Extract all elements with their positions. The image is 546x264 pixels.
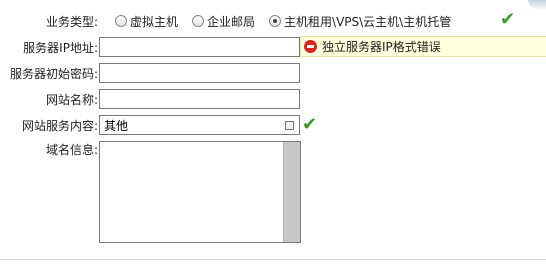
server-password-input[interactable] — [99, 63, 300, 83]
site-content-select[interactable]: 其他 — [99, 115, 300, 135]
site-content-check-icon: ✔ — [302, 114, 318, 135]
business-type-check-icon: ✔ — [500, 9, 516, 30]
site-content-value: 其他 — [104, 118, 129, 133]
site-name-input[interactable] — [99, 89, 300, 109]
panel-bottom-border — [0, 259, 546, 260]
site-content-row: 网站服务内容: 其他 ✔ — [0, 114, 317, 136]
business-type-label: 业务类型: — [45, 14, 98, 29]
radio-server-hosting-label: 主机租用\VPS\云主机\主机托管 — [284, 14, 452, 29]
radio-server-hosting-circle[interactable] — [269, 15, 282, 27]
radio-server-hosting[interactable]: 主机租用\VPS\云主机\主机托管 — [269, 13, 451, 30]
server-password-row: 服务器初始密码: — [0, 62, 300, 84]
business-type-radio-group: 虚拟主机 企业邮局 主机租用\VPS\云主机\主机托管 — [115, 13, 465, 30]
select-arrow-icon[interactable] — [285, 121, 294, 130]
radio-virtual-host-label: 虚拟主机 — [130, 14, 179, 29]
radio-virtual-host[interactable]: 虚拟主机 — [115, 13, 178, 30]
domain-info-label: 域名信息: — [45, 143, 98, 157]
domain-info-scrollbar[interactable] — [283, 142, 300, 242]
server-ip-error-message: 独立服务器IP格式错误 — [300, 36, 546, 57]
panel-corner-shadow — [528, 0, 546, 10]
radio-virtual-host-circle[interactable] — [115, 15, 127, 27]
radio-enterprise-mail-label: 企业邮局 — [207, 14, 256, 29]
radio-enterprise-mail[interactable]: 企业邮局 — [192, 13, 255, 30]
site-content-label: 网站服务内容: — [21, 118, 98, 133]
domain-info-row: 域名信息: — [0, 141, 99, 159]
server-ip-input[interactable] — [99, 37, 300, 57]
server-ip-label: 服务器IP地址: — [23, 40, 98, 55]
domain-info-textarea[interactable] — [99, 141, 301, 243]
error-icon — [304, 40, 317, 53]
business-type-row: 业务类型: 虚拟主机 企业邮局 主机租用\VPS\云主机\主机托管 — [0, 10, 465, 32]
site-name-label: 网站名称: — [45, 92, 98, 107]
radio-enterprise-mail-circle[interactable] — [192, 15, 205, 27]
server-ip-error-text: 独立服务器IP格式错误 — [322, 40, 441, 54]
site-name-row: 网站名称: — [0, 88, 300, 110]
server-ip-row: 服务器IP地址: — [0, 36, 300, 58]
server-password-label: 服务器初始密码: — [9, 66, 98, 81]
